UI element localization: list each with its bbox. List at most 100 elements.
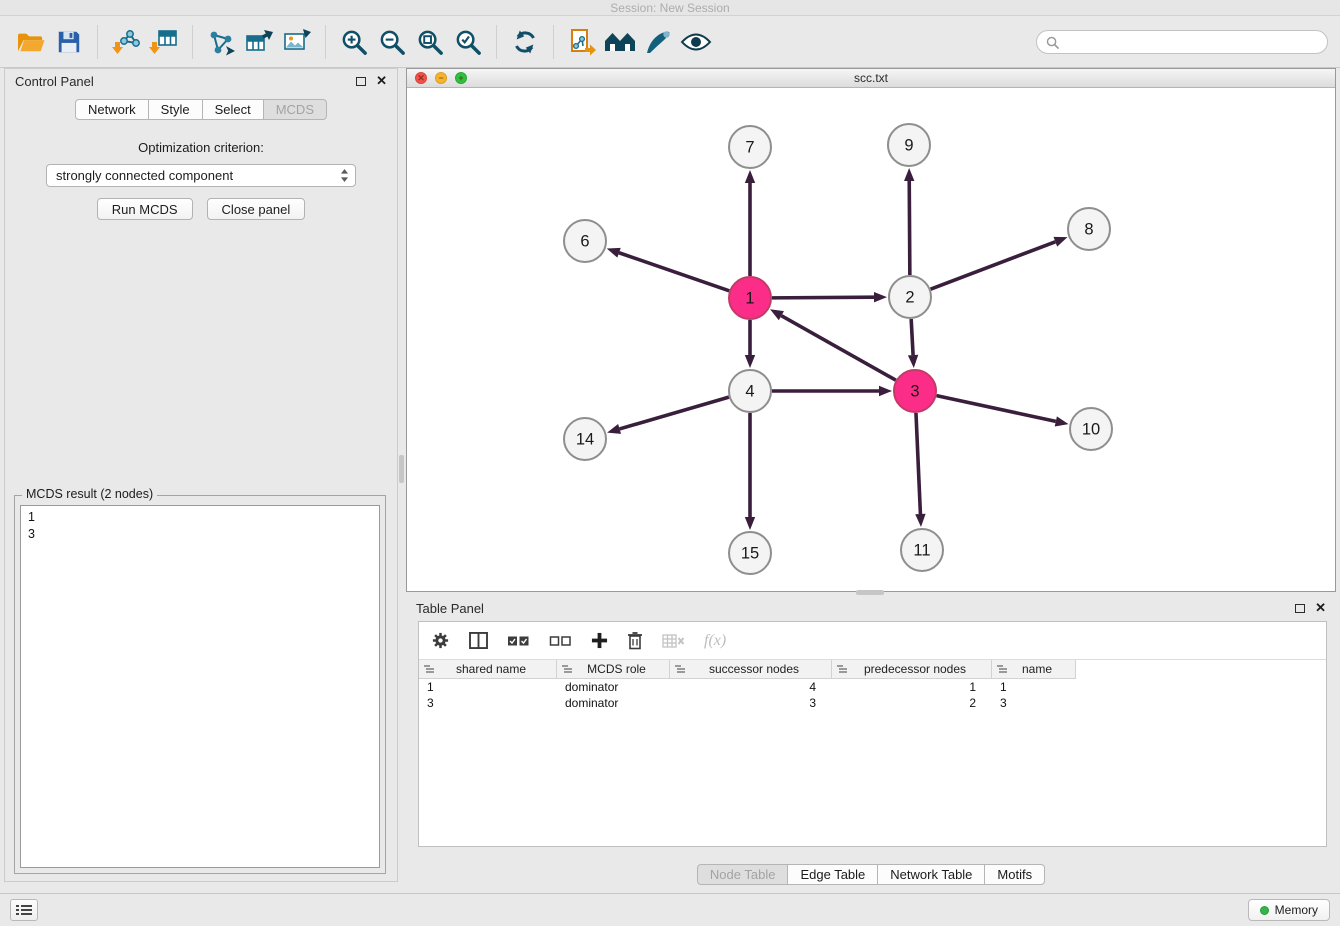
table-cell[interactable]: 3 xyxy=(992,695,1076,711)
network-graph-canvas[interactable]: 7968124314101511 xyxy=(407,88,1335,591)
table-tab-network-table[interactable]: Network Table xyxy=(877,864,985,885)
node-label-2: 2 xyxy=(905,289,914,307)
delete-table-button[interactable] xyxy=(662,633,685,649)
column-header-MCDS-role[interactable]: MCDS role xyxy=(557,660,670,679)
table-cell[interactable]: 1 xyxy=(832,679,992,695)
horizontal-splitter-handle[interactable] xyxy=(856,590,884,595)
node-label-15: 15 xyxy=(741,545,759,563)
run-mcds-button[interactable]: Run MCDS xyxy=(97,198,193,220)
save-session-button[interactable] xyxy=(50,23,88,61)
node-label-3: 3 xyxy=(910,383,919,401)
optimization-criterion-label: Optimization criterion: xyxy=(5,140,397,155)
close-panel-icon[interactable]: ✕ xyxy=(376,76,387,86)
function-builder-button[interactable]: f(x) xyxy=(704,632,726,650)
control-tab-style[interactable]: Style xyxy=(148,99,203,120)
import-table-from-file-button[interactable] xyxy=(145,23,183,61)
table-row[interactable]: 1dominator411 xyxy=(419,679,1326,695)
node-label-6: 6 xyxy=(580,233,589,251)
search-input[interactable] xyxy=(1065,35,1318,50)
zoom-window-button[interactable]: + xyxy=(455,72,467,84)
edge-2-3[interactable] xyxy=(911,319,913,355)
criterion-selected-value: strongly connected component xyxy=(56,168,233,183)
table-cell[interactable]: 3 xyxy=(419,695,557,711)
column-header-shared-name[interactable]: shared name xyxy=(419,660,557,679)
vertical-splitter-handle[interactable] xyxy=(399,455,404,483)
table-cell[interactable]: 1 xyxy=(992,679,1076,695)
mcds-result-text[interactable]: 1 3 xyxy=(20,505,380,868)
table-tab-node-table[interactable]: Node Table xyxy=(697,864,789,885)
control-tab-select[interactable]: Select xyxy=(202,99,264,120)
float-table-panel-icon[interactable] xyxy=(1295,604,1305,613)
zoom-selected-button[interactable] xyxy=(449,23,487,61)
memory-button[interactable]: Memory xyxy=(1248,899,1330,921)
memory-status-dot xyxy=(1260,906,1269,915)
search-box[interactable] xyxy=(1036,30,1328,54)
column-sort-icon xyxy=(562,664,572,674)
zoom-in-button[interactable] xyxy=(335,23,373,61)
first-neighbors-button[interactable] xyxy=(601,23,639,61)
optimization-criterion-select[interactable]: strongly connected component xyxy=(46,164,356,187)
column-sort-icon xyxy=(997,664,1007,674)
import-network-from-file-button[interactable] xyxy=(107,23,145,61)
table-cell[interactable]: dominator xyxy=(557,695,670,711)
show-hide-panel-button[interactable] xyxy=(677,23,715,61)
edge-1-2[interactable] xyxy=(772,297,874,298)
column-label: predecessor nodes xyxy=(847,662,991,676)
export-table-button[interactable] xyxy=(240,23,278,61)
toolbar-separator xyxy=(553,25,554,59)
edge-arrow-4-3 xyxy=(879,386,892,396)
clone-network-button[interactable] xyxy=(563,23,601,61)
toolbar-separator xyxy=(496,25,497,59)
zoom-fit-content-button[interactable] xyxy=(411,23,449,61)
new-network-icon xyxy=(206,27,236,57)
toolbar-separator xyxy=(192,25,193,59)
table-cell[interactable]: dominator xyxy=(557,679,670,695)
column-header-successor-nodes[interactable]: successor nodes xyxy=(670,660,832,679)
refresh-layout-button[interactable] xyxy=(506,23,544,61)
control-tab-network[interactable]: Network xyxy=(75,99,149,120)
table-row[interactable]: 3dominator323 xyxy=(419,695,1326,711)
select-all-rows-button[interactable] xyxy=(507,634,530,648)
close-panel-button[interactable]: Close panel xyxy=(207,198,306,220)
delete-row-button[interactable] xyxy=(627,631,643,650)
export-image-button[interactable] xyxy=(278,23,316,61)
show-column-panel-button[interactable] xyxy=(469,632,488,649)
column-header-predecessor-nodes[interactable]: predecessor nodes xyxy=(832,660,992,679)
eye-icon xyxy=(680,31,712,53)
table-settings-button[interactable] xyxy=(431,631,450,650)
table-cell[interactable]: 2 xyxy=(832,695,992,711)
float-panel-icon[interactable] xyxy=(356,77,366,86)
edge-1-6[interactable] xyxy=(619,253,729,291)
column-header-name[interactable]: name xyxy=(992,660,1076,679)
table-cell[interactable]: 3 xyxy=(670,695,832,711)
edge-3-10[interactable] xyxy=(937,396,1056,422)
edge-3-11[interactable] xyxy=(916,413,920,514)
apply-style-button[interactable] xyxy=(639,23,677,61)
edge-arrow-3-10 xyxy=(1055,416,1069,426)
table-tab-edge-table[interactable]: Edge Table xyxy=(787,864,878,885)
table-panel-title: Table Panel xyxy=(416,601,484,616)
close-window-button[interactable]: ✕ xyxy=(415,72,427,84)
toolbar-separator xyxy=(325,25,326,59)
plus-icon xyxy=(591,632,608,649)
edge-2-8[interactable] xyxy=(931,242,1056,289)
memory-label: Memory xyxy=(1275,903,1318,917)
table-cell[interactable]: 1 xyxy=(419,679,557,695)
minimize-window-button[interactable]: − xyxy=(435,72,447,84)
deselect-all-rows-button[interactable] xyxy=(549,634,572,648)
add-row-button[interactable] xyxy=(591,632,608,649)
network-window-titlebar[interactable]: ✕ − + scc.txt xyxy=(407,69,1335,88)
zoom-out-button[interactable] xyxy=(373,23,411,61)
table-cell[interactable]: 4 xyxy=(670,679,832,695)
close-table-panel-icon[interactable]: ✕ xyxy=(1315,603,1326,613)
panel-selector-button[interactable] xyxy=(10,899,38,921)
edge-3-1[interactable] xyxy=(781,316,895,381)
control-tab-mcds[interactable]: MCDS xyxy=(263,99,327,120)
edge-2-9[interactable] xyxy=(909,181,910,275)
open-session-button[interactable] xyxy=(12,23,50,61)
edge-4-14[interactable] xyxy=(620,397,729,429)
node-label-1: 1 xyxy=(745,290,754,308)
table-tab-motifs[interactable]: Motifs xyxy=(984,864,1045,885)
new-network-from-selection-button[interactable] xyxy=(202,23,240,61)
clone-network-icon xyxy=(567,27,597,57)
